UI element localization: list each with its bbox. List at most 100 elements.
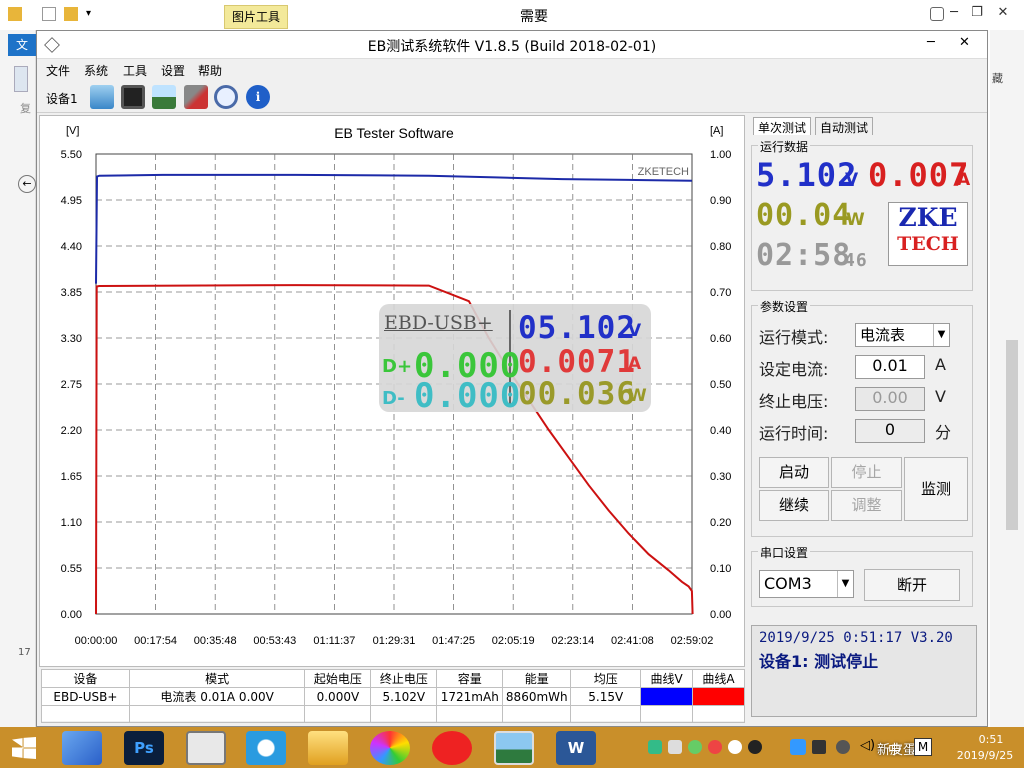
y-tick-label-right: 1.00 (710, 149, 731, 161)
stop-button[interactable]: 停止 (831, 457, 902, 488)
explorer-left-strip: 文 复 ← 17 (0, 30, 36, 730)
picture-icon[interactable] (152, 85, 176, 109)
chart-title: EB Tester Software (334, 125, 454, 141)
word-icon[interactable]: W (556, 731, 596, 765)
y-tick-label-left: 2.20 (61, 425, 82, 437)
menu-settings[interactable]: 设置 (161, 62, 185, 79)
table-row[interactable]: EBD-USB+ 电流表 0.01A 0.00V 0.000V 5.102V 1… (41, 687, 745, 706)
y-tick-label-right: 0.70 (710, 287, 731, 299)
rd-power: 00.04 (756, 198, 852, 233)
folder-icon[interactable] (8, 7, 22, 21)
outer-titlebar: ▾ 图片工具 需要 ─ ❐ ✕ (0, 0, 1024, 30)
eb-tester-app-icon[interactable] (186, 731, 226, 765)
file-tab[interactable]: 文 (8, 34, 36, 56)
right-axis-unit: [A] (710, 125, 723, 137)
close-icon[interactable]: ✕ (992, 4, 1014, 22)
qq-icon-2[interactable] (748, 740, 762, 754)
clock-date[interactable]: 2019/9/25 (950, 749, 1020, 762)
properties-icon[interactable] (42, 7, 56, 21)
params-title: 参数设置 (758, 298, 811, 315)
start-button[interactable]: 启动 (759, 457, 829, 488)
chevron-down-icon[interactable]: ▼ (933, 324, 949, 346)
app-minimize-icon[interactable]: ─ (927, 35, 935, 50)
status-message: 设备1: 测试停止 (759, 652, 879, 671)
app-mail-icon[interactable] (62, 731, 102, 765)
person-icon[interactable] (930, 7, 944, 21)
port-chevron-down-icon[interactable]: ▼ (837, 571, 853, 597)
serial-title: 串口设置 (758, 544, 811, 561)
back-arrow-icon[interactable]: ← (18, 175, 36, 193)
qq-icon[interactable] (728, 740, 742, 754)
cell-end-voltage: 5.102V (370, 687, 438, 706)
minimize-icon[interactable]: ─ (943, 4, 965, 22)
y-tick-label-left: 5.50 (61, 149, 82, 161)
quick-access-dropdown-icon[interactable]: ▾ (86, 8, 91, 19)
monitor-button[interactable]: 监测 (904, 457, 968, 521)
tray-icon-1[interactable] (648, 740, 662, 754)
stop-voltage-input[interactable]: 0.00 (855, 387, 925, 411)
ime-indicator[interactable]: 中 (888, 739, 901, 758)
maximize-icon[interactable]: ❐ (966, 4, 988, 22)
y-tick-label-right: 0.10 (710, 563, 731, 575)
badge-current: 0.0071 (518, 344, 636, 380)
browser-icon[interactable] (246, 731, 286, 765)
run-time-input[interactable]: 0 (855, 419, 925, 443)
save-icon[interactable] (121, 85, 145, 109)
tray-icon-2[interactable] (668, 740, 682, 754)
y-tick-label-left: 4.95 (61, 195, 82, 207)
y-tick-label-left: 0.00 (61, 609, 82, 621)
y-tick-label-left: 1.65 (61, 471, 82, 483)
chrome-icon[interactable] (370, 731, 410, 765)
explorer-right-strip: 藏 (990, 30, 1024, 730)
adjust-button[interactable]: 调整 (831, 490, 902, 521)
curve-v-swatch[interactable] (640, 687, 694, 706)
menu-system[interactable]: 系统 (84, 62, 108, 79)
scrollbar-thumb[interactable] (1006, 340, 1018, 530)
mode-select[interactable]: 电流表 ▼ (855, 323, 950, 347)
tray-icon-5[interactable] (790, 739, 806, 755)
open-icon[interactable] (90, 85, 114, 109)
x-tick-label: 02:59:02 (671, 635, 714, 647)
ime-mode[interactable]: M (914, 738, 932, 756)
search-icon[interactable] (214, 85, 238, 109)
info-icon[interactable]: i (246, 85, 270, 109)
set-current-input[interactable]: 0.01 (855, 355, 925, 379)
tray-icon-7[interactable] (836, 740, 850, 754)
port-select[interactable]: COM3 ▼ (759, 570, 854, 598)
curve-a-swatch[interactable] (692, 687, 745, 706)
volume-icon[interactable]: ◁) (860, 738, 875, 753)
run-data-group: 运行数据 5.102 V 0.007 A 00.04 W 02:58 46 ZK… (751, 138, 973, 291)
new-folder-icon[interactable] (64, 7, 78, 21)
tab-single-test[interactable]: 单次测试 (753, 117, 812, 135)
outer-window-title: 需要 (520, 9, 548, 25)
tray-icon-3[interactable] (688, 740, 702, 754)
picture-tools-tab[interactable]: 图片工具 (224, 5, 288, 29)
y-tick-label-left: 3.30 (61, 333, 82, 345)
start-icon[interactable] (12, 737, 36, 759)
paste-icon[interactable] (14, 66, 28, 92)
badge-power: 00.036 (518, 376, 636, 412)
tools-icon[interactable] (184, 85, 208, 109)
explorer-icon[interactable] (308, 731, 348, 765)
photoshop-icon[interactable]: Ps (124, 731, 164, 765)
tab-auto-test[interactable]: 自动测试 (815, 117, 874, 135)
x-tick-label: 00:53:43 (253, 635, 296, 647)
tray-icon-4[interactable] (708, 740, 722, 754)
x-tick-label: 01:47:25 (432, 635, 475, 647)
device-selector[interactable]: 设备1 (46, 90, 78, 107)
app-close-icon[interactable]: ✕ (959, 35, 970, 50)
clock-time[interactable]: 0:51 (964, 733, 1018, 746)
continue-button[interactable]: 继续 (759, 490, 829, 521)
rd-power-unit: W (846, 210, 865, 230)
tray-icon-6[interactable] (812, 740, 826, 754)
photos-icon[interactable] (494, 731, 534, 765)
toolbar: 设备1 i (37, 81, 987, 113)
red-app-icon[interactable] (432, 731, 472, 765)
menu-tools[interactable]: 工具 (123, 62, 147, 79)
zke-tech-logo: ZKE TECH (888, 202, 968, 266)
menu-help[interactable]: 帮助 (198, 62, 222, 79)
disconnect-button[interactable]: 断开 (864, 569, 960, 601)
col-mode: 模式 (128, 669, 306, 688)
menu-file[interactable]: 文件 (46, 62, 70, 79)
col-curve-a: 曲线A (692, 669, 745, 688)
